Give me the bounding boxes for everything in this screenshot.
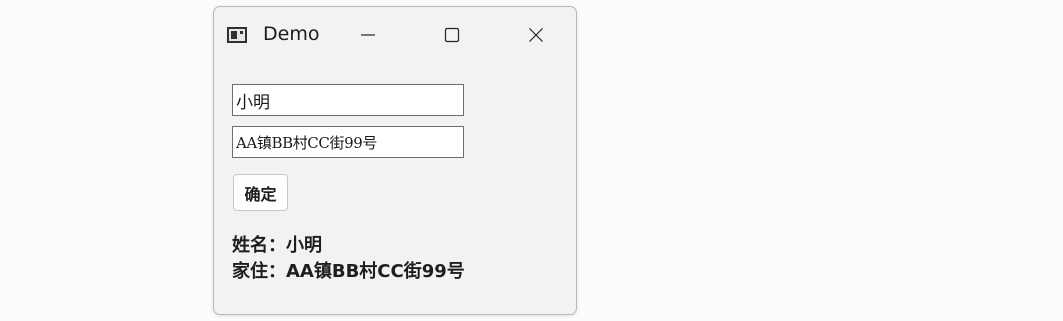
close-icon bbox=[529, 28, 543, 42]
name-output-label: 姓名：小明 bbox=[232, 235, 322, 256]
app-window-icon bbox=[227, 27, 247, 43]
demo-window: Demo 确定 姓名：小明 家住：AA镇BB村CC街99号 bbox=[213, 6, 577, 315]
confirm-button[interactable]: 确定 bbox=[233, 174, 288, 211]
minimize-icon bbox=[361, 34, 375, 36]
title-bar[interactable]: Demo bbox=[214, 7, 576, 63]
maximize-icon bbox=[444, 27, 460, 43]
address-output-label: 家住：AA镇BB村CC街99号 bbox=[232, 261, 465, 282]
minimize-button[interactable] bbox=[345, 17, 391, 53]
address-input[interactable] bbox=[232, 126, 464, 158]
name-input[interactable] bbox=[232, 84, 464, 116]
close-button[interactable] bbox=[513, 17, 559, 53]
window-title: Demo bbox=[263, 23, 320, 45]
maximize-button[interactable] bbox=[429, 17, 475, 53]
